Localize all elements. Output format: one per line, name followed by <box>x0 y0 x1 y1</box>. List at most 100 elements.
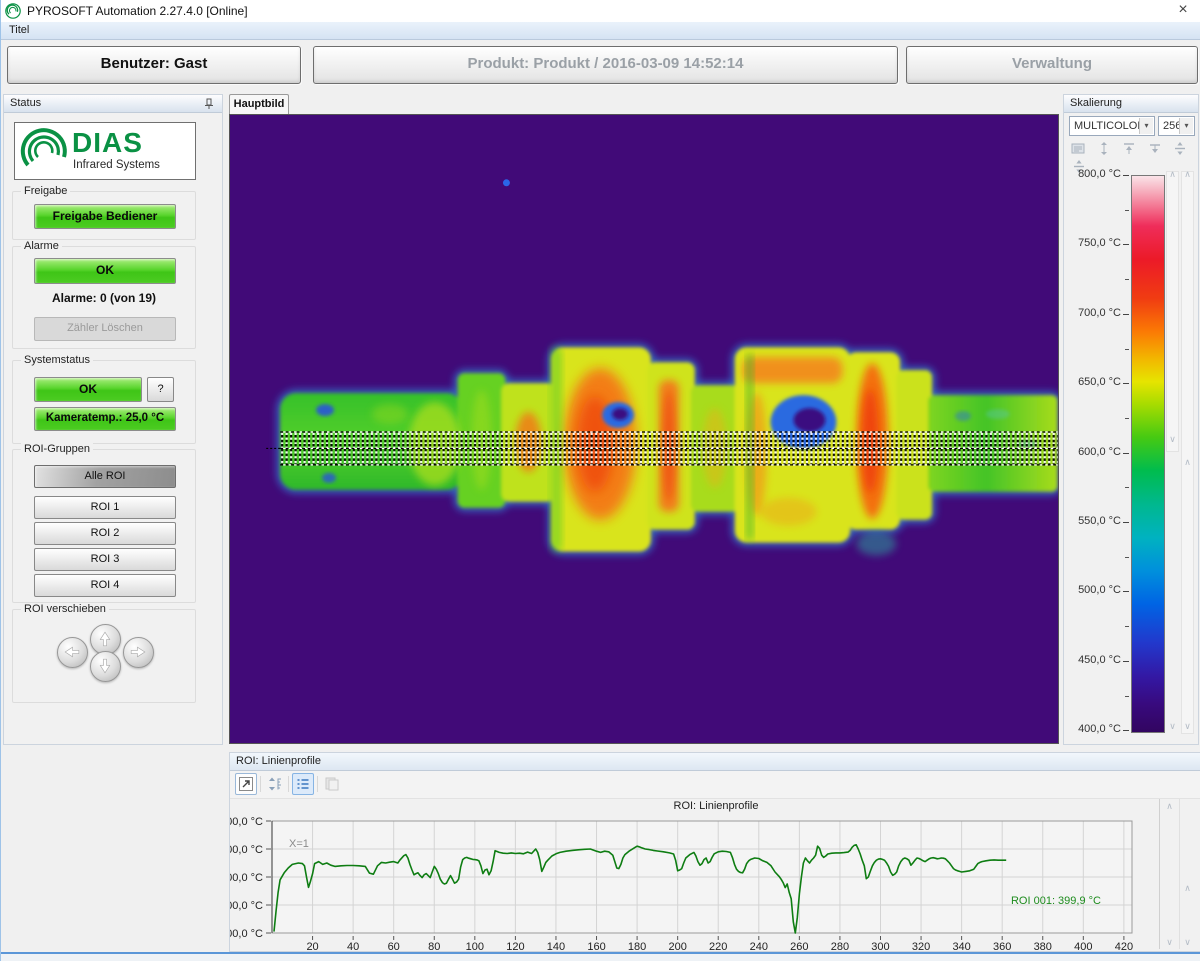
dias-swirl-icon <box>19 127 69 175</box>
x-tick-label: 300 <box>871 941 889 950</box>
dias-logo: DIAS Infrared Systems <box>14 122 196 180</box>
tab-hauptbild[interactable]: Hauptbild <box>229 94 289 114</box>
alarme-group-label: Alarme <box>21 240 62 252</box>
scale-scrollbar-upper[interactable] <box>1166 171 1179 452</box>
alarm-count-text: Alarme: 0 (von 19) <box>13 291 195 305</box>
y-tick-label: 600,0 °C <box>230 872 263 884</box>
roi-buttons-container: Alle ROI ROI 1 ROI 2 ROI 3 ROI 4 <box>34 465 176 600</box>
chart-toolbar <box>230 771 1200 799</box>
arrow-right-icon <box>128 642 148 662</box>
x-tick-label: 40 <box>347 941 359 950</box>
logo-brand-text: DIAS <box>72 127 143 159</box>
copy-icon <box>324 776 340 792</box>
pin-icon[interactable] <box>204 98 214 110</box>
arrow-left-icon <box>62 642 82 662</box>
alarme-group: Alarme OK Alarme: 0 (von 19) Zähler Lösc… <box>12 246 196 349</box>
scroll-down-icon[interactable]: ∨ <box>1181 937 1194 948</box>
window-title: PYROSOFT Automation 2.27.4.0 [Online] <box>27 4 248 18</box>
roi-group-button-1[interactable]: ROI 1 <box>34 496 176 519</box>
scale-label: 800,0 °C <box>1064 168 1121 180</box>
y-tick-label: 700,0 °C <box>230 844 263 856</box>
scale-label: 500,0 °C <box>1064 584 1121 596</box>
chart-divider <box>1179 799 1180 949</box>
cursor-annotation: X=1 <box>289 838 309 850</box>
x-tick-label: 400 <box>1074 941 1092 950</box>
roi-group-button-4[interactable]: ROI 4 <box>34 574 176 597</box>
scroll-up-icon[interactable]: ∧ <box>1181 169 1194 180</box>
system-help-button[interactable]: ? <box>147 377 174 402</box>
freigabe-group-label: Freigabe <box>21 185 70 197</box>
scroll-down-icon[interactable]: ∨ <box>1166 434 1179 445</box>
linienprofile-panel-header: ROI: Linienprofile <box>230 753 1200 771</box>
linienprofile-panel: ROI: Linienprofile <box>229 752 1200 952</box>
scroll-up-icon[interactable]: ∧ <box>1181 457 1194 468</box>
scale-label: 600,0 °C <box>1064 446 1121 458</box>
roi-line-band[interactable] <box>266 432 1057 465</box>
linienprofile-panel-title: ROI: Linienprofile <box>236 755 321 767</box>
roi-move-down-button[interactable] <box>90 651 121 682</box>
roi-group-button-alle[interactable]: Alle ROI <box>34 465 176 488</box>
skalierung-panel: Skalierung MULTICOLOR ▾ 256 ▾ <box>1063 94 1199 745</box>
scale-label: 750,0 °C <box>1064 237 1121 249</box>
list-icon <box>295 776 311 792</box>
x-tick-label: 200 <box>668 941 686 950</box>
close-icon[interactable]: × <box>1172 0 1194 20</box>
scale-label: 700,0 °C <box>1064 307 1121 319</box>
roi-group-button-3[interactable]: ROI 3 <box>34 548 176 571</box>
scale-tick <box>1123 522 1129 523</box>
camera-temp-indicator[interactable]: Kameratemp.: 25,0 °C <box>34 407 176 431</box>
scale-tick <box>1123 314 1129 315</box>
chart-copy-button[interactable] <box>321 773 343 795</box>
scale-tick <box>1125 696 1129 697</box>
scale-tick <box>1125 349 1129 350</box>
y-tick-label: 800,0 °C <box>230 816 263 828</box>
x-tick-label: 180 <box>628 941 646 950</box>
scale-tick <box>1123 591 1129 592</box>
color-scale-bar[interactable] <box>1131 175 1165 733</box>
scroll-down-icon[interactable]: ∨ <box>1163 937 1176 948</box>
roi-verschieben-group: ROI verschieben <box>12 609 196 703</box>
verwaltung-button[interactable]: Verwaltung <box>906 46 1198 84</box>
chart-divider <box>1159 799 1160 949</box>
scroll-up-icon[interactable]: ∧ <box>1166 169 1179 180</box>
scroll-up-icon[interactable]: ∧ <box>1181 883 1194 894</box>
freigabe-bediener-button[interactable]: Freigabe Bediener <box>34 204 176 229</box>
status-panel-header: Status <box>4 95 222 113</box>
x-tick-label: 20 <box>306 941 318 950</box>
scale-tick <box>1125 557 1129 558</box>
alarm-ok-indicator[interactable]: OK <box>34 258 176 284</box>
status-panel-title: Status <box>10 97 41 109</box>
roi-gruppen-group: ROI-Gruppen Alle ROIROI 1ROI 2ROI 3ROI 4 <box>12 449 196 603</box>
toolbar-separator <box>317 776 318 792</box>
chart-legend-button[interactable] <box>292 773 314 795</box>
scale-scrollbar-lower[interactable] <box>1181 171 1194 734</box>
line-profile-chart[interactable]: 2040608010012014016018020022024026028030… <box>230 798 1200 950</box>
scale-body: 800,0 °C 750,0 °C 700,0 °C 650,0 °C 600,0 °C… <box>1064 95 1200 746</box>
autoscale-arrows-icon <box>267 776 283 792</box>
zaehler-loeschen-button[interactable]: Zähler Löschen <box>34 317 176 341</box>
x-tick-label: 140 <box>547 941 565 950</box>
y-tick-label: 500,0 °C <box>230 900 263 912</box>
scroll-down-icon[interactable]: ∨ <box>1181 721 1194 732</box>
scale-tick <box>1123 453 1129 454</box>
freigabe-group: Freigabe Freigabe Bediener <box>12 191 196 240</box>
scale-label: 650,0 °C <box>1064 376 1121 388</box>
popout-arrow-icon <box>238 776 254 792</box>
scale-tick <box>1123 383 1129 384</box>
produkt-button[interactable]: Produkt: Produkt / 2016-03-09 14:52:14 <box>313 46 898 84</box>
chart-autoscale-button[interactable] <box>264 773 286 795</box>
roi-group-button-2[interactable]: ROI 2 <box>34 522 176 545</box>
roi-move-left-button[interactable] <box>57 637 88 668</box>
titel-bar: Titel <box>1 22 1200 40</box>
scroll-up-icon[interactable]: ∧ <box>1163 801 1176 812</box>
toolbar-separator <box>260 776 261 792</box>
system-ok-indicator[interactable]: OK <box>34 377 142 402</box>
scroll-down-icon[interactable]: ∨ <box>1166 721 1179 732</box>
x-tick-label: 360 <box>993 941 1011 950</box>
benutzer-button[interactable]: Benutzer: Gast <box>7 46 301 84</box>
roi-move-right-button[interactable] <box>123 637 154 668</box>
x-tick-label: 220 <box>709 941 727 950</box>
thermal-image[interactable] <box>229 114 1059 744</box>
x-tick-label: 340 <box>952 941 970 950</box>
chart-popout-button[interactable] <box>235 773 257 795</box>
